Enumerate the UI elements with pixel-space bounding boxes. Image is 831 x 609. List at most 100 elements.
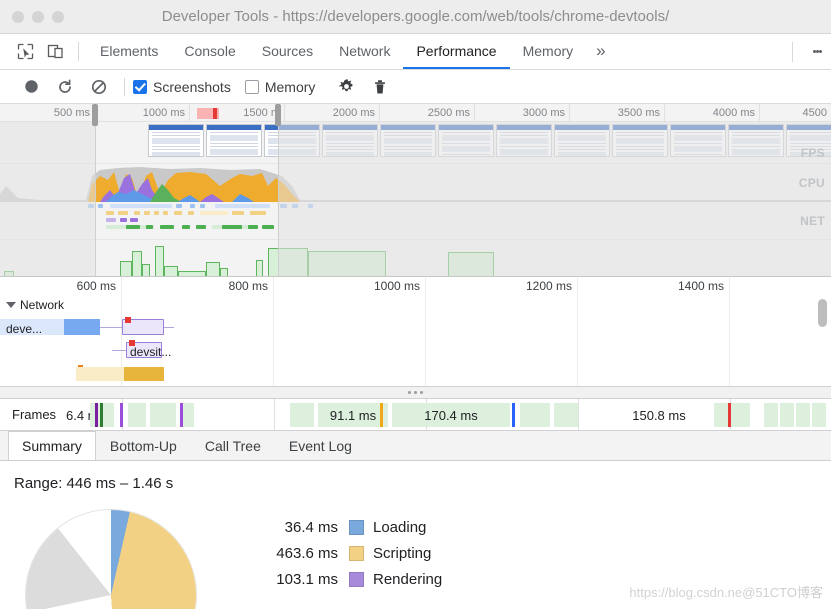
- window-titlebar: Developer Tools - https://developers.goo…: [0, 0, 831, 34]
- request-whisker: [164, 327, 174, 328]
- tab-event-log[interactable]: Event Log: [275, 431, 366, 460]
- range-label: Range: 446 ms – 1.46 s: [14, 475, 174, 492]
- tab-elements[interactable]: Elements: [87, 34, 171, 69]
- overview-tick: 500 ms: [0, 104, 95, 122]
- tab-performance[interactable]: Performance: [403, 34, 510, 69]
- request-bar-download[interactable]: [64, 319, 100, 335]
- minimize-window-button[interactable]: [32, 10, 44, 23]
- frame-block[interactable]: [290, 403, 314, 427]
- frames-separator: [274, 399, 275, 430]
- tabbar-right-divider: [792, 41, 793, 62]
- request-whisker: [112, 350, 126, 351]
- performance-controls-toolbar: Screenshots Memory: [0, 70, 831, 104]
- legend-label: Scripting: [373, 544, 432, 562]
- frame-duration-block[interactable]: 91.1 ms: [318, 403, 388, 427]
- overview-right-handle[interactable]: [275, 104, 281, 126]
- flame-tick: [730, 277, 831, 386]
- screenshots-checkbox-box[interactable]: [133, 79, 147, 94]
- filmstrip-thumbnail[interactable]: [206, 124, 262, 157]
- tab-summary[interactable]: Summary: [8, 431, 96, 460]
- close-window-button[interactable]: [12, 10, 24, 23]
- frame-duration-block[interactable]: 170.4 ms: [392, 403, 510, 427]
- overview-tick: 2000 ms: [285, 104, 380, 122]
- screenshots-checkbox[interactable]: Screenshots: [133, 79, 231, 95]
- tab-sources[interactable]: Sources: [249, 34, 326, 69]
- flame-chart-pane[interactable]: 600 ms 800 ms 1000 ms 1200 ms 1400 ms Ne…: [0, 277, 831, 387]
- frame-block[interactable]: [150, 403, 176, 427]
- frame-block[interactable]: [780, 403, 794, 427]
- frame-block[interactable]: [554, 403, 578, 427]
- more-options-icon[interactable]: [803, 49, 831, 55]
- chevron-down-icon: [6, 302, 16, 308]
- pie-chart-wrapper: [26, 510, 226, 609]
- frame-duration-block[interactable]: 150.8 ms: [610, 403, 708, 427]
- more-tabs-icon[interactable]: »: [586, 34, 615, 69]
- tabbar-right-group: [782, 34, 831, 69]
- legend-label: Loading: [373, 518, 427, 536]
- overview-selection-left-edge: [95, 122, 96, 276]
- devtools-window: Developer Tools - https://developers.goo…: [0, 0, 831, 609]
- request-bar-waiting-2[interactable]: [76, 367, 124, 381]
- overview-tick: 1000 ms: [95, 104, 190, 122]
- legend-item-rendering[interactable]: 103.1 ms Rendering: [256, 566, 442, 592]
- flame-chart-ruler[interactable]: 600 ms 800 ms 1000 ms 1200 ms 1400 ms: [0, 277, 831, 386]
- activity-pie-chart[interactable]: [26, 510, 196, 609]
- device-toolbar-icon[interactable]: [40, 34, 70, 69]
- frame-block[interactable]: [128, 403, 146, 427]
- tab-memory[interactable]: Memory: [510, 34, 587, 69]
- legend-label: Rendering: [373, 570, 443, 588]
- flame-chart-scrollbar[interactable]: [818, 299, 827, 327]
- tab-bottom-up[interactable]: Bottom-Up: [96, 431, 191, 460]
- overview-tick: 4500: [802, 107, 827, 119]
- memory-checkbox[interactable]: Memory: [244, 78, 316, 95]
- request-label-document: deve...: [6, 322, 43, 336]
- frames-separator: [578, 399, 579, 430]
- overview-dim-right: [278, 122, 831, 276]
- tab-call-tree[interactable]: Call Tree: [191, 431, 275, 460]
- network-group-label: Network: [20, 298, 65, 312]
- overview-tick: 4000 ms: [665, 104, 760, 122]
- frame-divider-rendering: [180, 403, 183, 427]
- legend-item-loading[interactable]: 36.4 ms Loading: [256, 514, 442, 540]
- flame-tick: 1200 ms: [426, 277, 578, 386]
- controls-divider: [124, 77, 125, 96]
- legend-swatch-scripting: [349, 545, 364, 561]
- tabbar-divider: [78, 42, 79, 61]
- overview-dim-left: [0, 122, 95, 276]
- frame-block[interactable]: [796, 403, 810, 427]
- overview-tick: 3000 ms: [475, 104, 570, 122]
- legend-item-scripting[interactable]: 463.6 ms Scripting: [256, 540, 442, 566]
- frames-strip[interactable]: Frames 6.4 ms 91.1 ms 170.4 ms 150.8 ms: [0, 399, 831, 431]
- request-bar-download-2[interactable]: [124, 367, 164, 381]
- frame-block[interactable]: [764, 403, 778, 427]
- network-group-header[interactable]: Network: [6, 298, 64, 312]
- gear-icon[interactable]: [329, 70, 363, 104]
- zoom-window-button[interactable]: [52, 10, 64, 23]
- overview-ruler[interactable]: 500 ms 1000 ms 1500 m 2000 ms 2500 ms 30…: [0, 104, 831, 122]
- inspect-element-icon[interactable]: [10, 34, 40, 69]
- tab-network[interactable]: Network: [326, 34, 403, 69]
- clear-recording-icon[interactable]: [82, 70, 116, 104]
- summary-body: 36.4 ms Loading 463.6 ms Scripting 103.1…: [14, 510, 831, 609]
- flame-tick: 1000 ms: [274, 277, 426, 386]
- request-bar-stylesheet[interactable]: [122, 317, 164, 335]
- tab-console[interactable]: Console: [171, 34, 248, 69]
- overview-left-handle[interactable]: [92, 104, 98, 126]
- trash-icon[interactable]: [363, 70, 397, 104]
- pane-resizer-handle[interactable]: [0, 387, 831, 399]
- reload-and-record-icon[interactable]: [48, 70, 82, 104]
- memory-checkbox-box[interactable]: [244, 79, 259, 94]
- overview-tick: 3500 ms: [570, 104, 665, 122]
- frame-block[interactable]: [812, 403, 826, 427]
- frame-block[interactable]: [714, 403, 750, 427]
- legend-value: 103.1 ms: [276, 570, 338, 588]
- filmstrip-thumbnail[interactable]: [148, 124, 204, 157]
- frame-divider-painting: [100, 403, 103, 427]
- legend-value: 463.6 ms: [276, 544, 338, 562]
- record-circle-icon[interactable]: [14, 70, 48, 104]
- frame-divider-rendering: [120, 403, 123, 427]
- memory-label: Memory: [264, 78, 316, 95]
- timeline-overview[interactable]: 500 ms 1000 ms 1500 m 2000 ms 2500 ms 30…: [0, 104, 831, 277]
- flame-tick: 1400 ms: [578, 277, 730, 386]
- frame-block[interactable]: [520, 403, 550, 427]
